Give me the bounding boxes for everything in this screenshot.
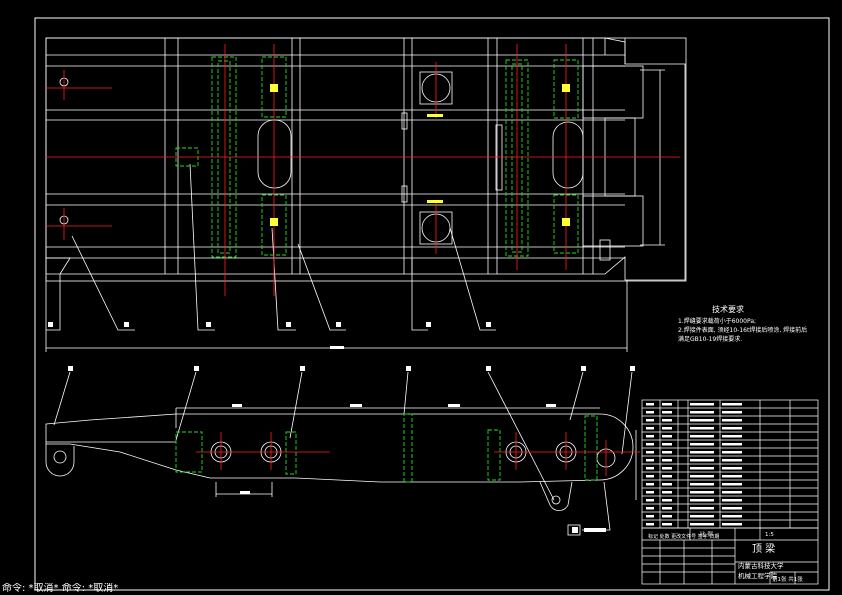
top-view: [45, 37, 687, 352]
parts-list-cell-mark: [646, 507, 654, 510]
parts-list-cell-mark: [722, 443, 742, 446]
parts-list-cell-mark: [646, 427, 654, 430]
parts-list-cell-mark: [662, 451, 672, 454]
parts-list-cell-mark: [662, 443, 672, 446]
title-block-text: 顶 梁 内蒙古科技大学 机械工程学院 第1张 共1张 标记 处数 更改文件号 签…: [648, 530, 803, 583]
parts-list-cell-mark: [690, 451, 714, 454]
technical-notes: 技术要求 1.焊缝要求载荷小于6000Pa; 2.焊接件表面, 须经10-16t…: [678, 304, 807, 343]
parts-list-cell-mark: [662, 403, 672, 406]
side-view-hidden: [175, 413, 598, 483]
parts-list-cell-mark: [646, 515, 654, 518]
parts-list-cell-mark: [722, 507, 742, 510]
notes-line-3: 满足GB10-19焊接要求.: [678, 335, 742, 343]
parts-list-cell-mark: [690, 403, 714, 406]
parts-list-cell-mark: [662, 435, 672, 438]
parts-list-cell-mark: [646, 499, 654, 502]
parts-list-cell-mark: [722, 499, 742, 502]
parts-list-cell-mark: [646, 483, 654, 486]
parts-list-cell-mark: [690, 475, 714, 478]
parts-list-cell-mark: [646, 443, 654, 446]
parts-list-cell-mark: [722, 435, 742, 438]
parts-list-cell-mark: [690, 443, 714, 446]
notes-line-1: 1.焊缝要求载荷小于6000Pa;: [678, 317, 756, 325]
notes-line-2: 2.焊接件表面, 须经10-16t焊接后喷涂, 焊接前后: [678, 326, 807, 334]
parts-list-cell-mark: [690, 459, 714, 462]
parts-list-cell-mark: [722, 419, 742, 422]
parts-list-cell-mark: [690, 523, 714, 526]
parts-list-cell-mark: [662, 507, 672, 510]
parts-list-cell-mark: [690, 515, 714, 518]
cad-drawing-canvas[interactable]: 技术要求 1.焊缝要求载荷小于6000Pa; 2.焊接件表面, 须经10-16t…: [0, 0, 842, 595]
parts-list-cell-mark: [646, 411, 654, 414]
side-view: [45, 371, 637, 536]
top-view-balloon-labels: [48, 322, 491, 349]
parts-list-cell-mark: [662, 475, 672, 478]
parts-list-cell-mark: [690, 411, 714, 414]
top-view-outline: [45, 37, 686, 281]
notes-heading: 技术要求: [712, 304, 744, 314]
parts-list-cell-mark: [722, 451, 742, 454]
parts-list-cell-mark: [662, 491, 672, 494]
parts-list-cell-mark: [662, 523, 672, 526]
parts-list-cell-mark: [646, 475, 654, 478]
scale-label: 比 例: [700, 530, 713, 538]
part-name: 顶 梁: [752, 542, 775, 555]
parts-list-cell-mark: [722, 411, 742, 414]
parts-list-cell-mark: [646, 419, 654, 422]
parts-list-cell-mark: [690, 499, 714, 502]
parts-list-cell-mark: [662, 499, 672, 502]
parts-list-cell-mark: [646, 491, 654, 494]
parts-list-cell-mark: [690, 419, 714, 422]
side-view-outline: [45, 413, 634, 483]
parts-list-cell-mark: [722, 491, 742, 494]
command-status-bar[interactable]: 命令: *取消* 命令: *取消*: [0, 583, 842, 595]
parts-list-cell-mark: [646, 459, 654, 462]
parts-list-cell-mark: [646, 467, 654, 470]
side-view-left-hinge-hole: [53, 450, 67, 464]
school-name: 内蒙古科技大学: [738, 561, 784, 570]
parts-list-cell-mark: [646, 451, 654, 454]
parts-list-cell-mark: [690, 467, 714, 470]
parts-list-cell-mark: [662, 515, 672, 518]
parts-list-cell-mark: [690, 483, 714, 486]
scale-value: 1:5: [765, 532, 774, 538]
side-view-centerlines: [196, 432, 640, 476]
side-view-balloon-labels: [68, 366, 635, 533]
sheet-number: 第1张 共1张: [772, 575, 803, 583]
parts-list-cell-mark: [722, 403, 742, 406]
parts-list-cell-mark: [662, 411, 672, 414]
parts-list-cell-mark: [662, 427, 672, 430]
parts-list-cell-mark: [662, 459, 672, 462]
parts-list-cell-mark: [722, 523, 742, 526]
top-view-envelope: [45, 37, 687, 282]
parts-list-cell-mark: [722, 515, 742, 518]
parts-list-cell-mark: [646, 403, 654, 406]
parts-list-cell-mark: [722, 459, 742, 462]
parts-list-cell-mark: [690, 507, 714, 510]
parts-list-cell-mark: [662, 483, 672, 486]
parts-list-cell-mark: [646, 523, 654, 526]
parts-list-cell-mark: [646, 435, 654, 438]
parts-list-cell-mark: [722, 427, 742, 430]
parts-list-cell-mark: [722, 467, 742, 470]
parts-list-cell-mark: [690, 427, 714, 430]
parts-list-cell-mark: [690, 491, 714, 494]
parts-list-cell-mark: [690, 435, 714, 438]
parts-list-cell-mark: [722, 483, 742, 486]
parts-list-cell-mark: [662, 419, 672, 422]
parts-list-cell-mark: [722, 475, 742, 478]
parts-list-cell-mark: [662, 467, 672, 470]
